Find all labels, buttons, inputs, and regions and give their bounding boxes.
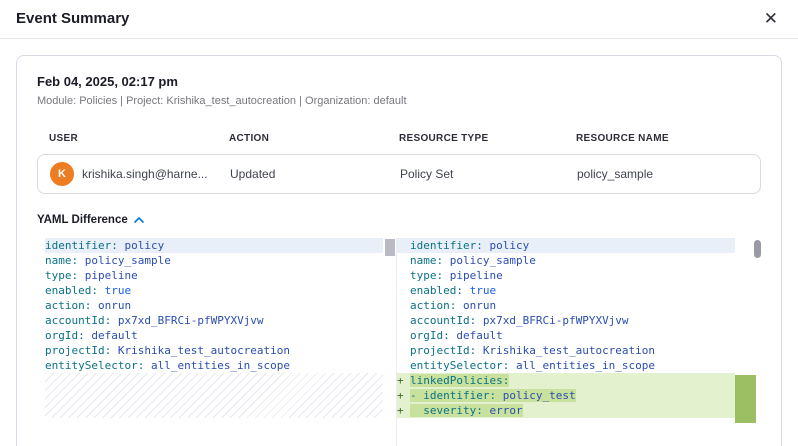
column-header-resource-name: RESOURCE NAME [576,133,761,144]
diff-overview-ruler [735,238,761,446]
diff-pane-original: identifier: policy name: policy_sampletyp… [37,238,383,446]
resource-type-cell: Policy Set [400,167,577,181]
code-tokens: accountId: px7xd_BFRCi-pfWPYXVjvw [45,314,264,327]
yaml-difference-label: YAML Difference [37,214,128,226]
modal-header: Event Summary ✕ [0,0,798,39]
modified-code-line: projectId: Krishika_test_autocreation [397,343,735,358]
yaml-diff-editor: identifier: policy name: policy_sampletyp… [37,238,761,446]
code-tokens: entitySelector: all_entities_in_scope [45,359,290,372]
original-code-line: enabled: true [45,283,383,298]
yaml-difference-toggle[interactable]: YAML Difference [37,214,144,226]
column-header-user: USER [49,133,229,144]
code-tokens: - identifier: policy_test [410,389,576,402]
scrollbar-thumb[interactable] [385,239,395,256]
diff-add-marker: + [397,403,410,418]
original-code-line: identifier: policy [45,238,383,253]
resource-name-cell: policy_sample [577,167,760,181]
code-tokens: orgId: default [410,329,503,342]
code-tokens: accountId: px7xd_BFRCi-pfWPYXVjvw [410,314,629,327]
code-tokens: projectId: Krishika_test_autocreation [410,344,655,357]
code-tokens: orgId: default [45,329,138,342]
original-code-line: type: pipeline [45,268,383,283]
original-code-line: projectId: Krishika_test_autocreation [45,343,383,358]
original-code-line: entitySelector: all_entities_in_scope [45,358,383,373]
code-tokens: type: pipeline [45,269,138,282]
diff-center-scrollbar [383,238,397,446]
code-tokens: severity: error [410,404,523,417]
diff-empty-region [45,373,383,418]
diff-gutter [397,283,410,298]
modified-code-line: enabled: true [397,283,735,298]
code-tokens: identifier: policy [410,239,529,252]
avatar: K [50,162,74,186]
diff-gutter [397,298,410,313]
modified-code-line: action: onrun [397,298,735,313]
code-tokens: action: onrun [410,299,496,312]
code-tokens: type: pipeline [410,269,503,282]
event-meta: Module: Policies | Project: Krishika_tes… [37,95,761,107]
diff-gutter [397,313,410,328]
modified-code-line: accountId: px7xd_BFRCi-pfWPYXVjvw [397,313,735,328]
original-code-line: action: onrun [45,298,383,313]
user-cell: K krishika.singh@harne... [50,162,230,186]
diff-gutter [397,238,410,253]
code-tokens: enabled: true [410,284,496,297]
modified-code-line: name: policy_sample [397,253,735,268]
diff-added-region-marker [735,375,756,423]
original-code-line: orgId: default [45,328,383,343]
code-tokens: name: policy_sample [410,254,536,267]
code-tokens: linkedPolicies: [410,374,509,387]
page-title: Event Summary [16,10,129,27]
diff-add-marker: + [397,388,410,403]
modified-code-line: +linkedPolicies: [397,373,735,388]
modified-code-line: type: pipeline [397,268,735,283]
code-tokens: name: policy_sample [45,254,171,267]
diff-pane-modified: identifier: policy name: policy_sample t… [397,238,735,446]
event-timestamp: Feb 04, 2025, 02:17 pm [37,74,761,89]
diff-gutter [397,343,410,358]
original-code-line: name: policy_sample [45,253,383,268]
modified-code-line: identifier: policy [397,238,735,253]
code-tokens: enabled: true [45,284,131,297]
column-header-action: ACTION [229,133,399,144]
diff-gutter [397,358,410,373]
code-tokens: identifier: policy [45,239,164,252]
diff-gutter [397,253,410,268]
modified-code-line: + severity: error [397,403,735,418]
action-cell: Updated [230,167,400,181]
original-code-line: accountId: px7xd_BFRCi-pfWPYXVjvw [45,313,383,328]
table-row: K krishika.singh@harne... Updated Policy… [37,154,761,194]
diff-add-marker: + [397,373,410,388]
user-email: krishika.singh@harne... [82,167,208,181]
chevron-up-icon [134,217,144,223]
column-header-resource-type: RESOURCE TYPE [399,133,576,144]
diff-gutter [397,268,410,283]
scrollbar-thumb[interactable] [754,240,761,258]
event-card: Feb 04, 2025, 02:17 pm Module: Policies … [16,55,782,446]
code-tokens: entitySelector: all_entities_in_scope [410,359,655,372]
modified-code-line: entitySelector: all_entities_in_scope [397,358,735,373]
table-header-row: USER ACTION RESOURCE TYPE RESOURCE NAME [37,133,761,154]
code-tokens: action: onrun [45,299,131,312]
code-tokens: projectId: Krishika_test_autocreation [45,344,290,357]
modified-code-line: +- identifier: policy_test [397,388,735,403]
diff-gutter [397,328,410,343]
close-icon[interactable]: ✕ [760,8,782,29]
modified-code-line: orgId: default [397,328,735,343]
